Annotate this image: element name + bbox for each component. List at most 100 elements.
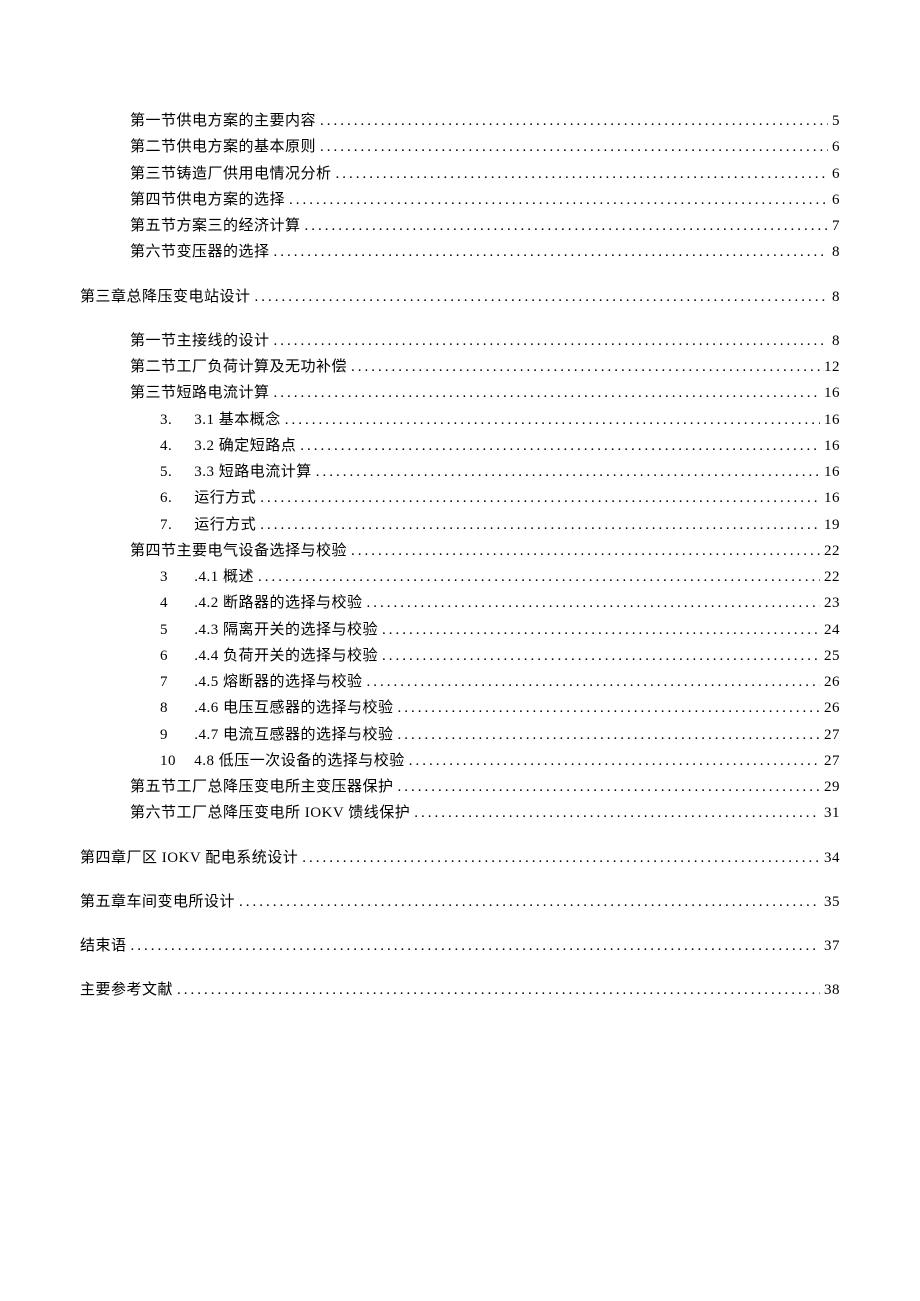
table-of-contents: 第一节供电方案的主要内容 5 第二节供电方案的基本原则 6 第三节铸造厂供用电情况分析 6… [80,108,840,1004]
toc-entry-text: 第四节供电方案的选择 [130,187,285,213]
toc-entry-text: 结束语 [80,933,127,959]
toc-entry: 第三节短路电流计算16 [80,380,840,406]
toc-entry-text: 7 .4.5 熔断器的选择与校验 [160,669,363,695]
toc-leader-dots [131,933,820,959]
toc-entry: 3 .4.1 概述 22 [80,564,840,590]
toc-entry-text: 第三节铸造厂供用电情况分析 [130,161,332,187]
toc-entry-text: 7. 运行方式 [160,512,256,538]
toc-entry-text: 10 4.8 低压一次设备的选择与校验 [160,748,405,774]
toc-entry: 第五节方案三的经济计算7 [80,213,840,239]
toc-entry-text: 3 .4.1 概述 [160,564,254,590]
toc-entry: 第二节供电方案的基本原则 6 [80,134,840,160]
toc-entry-text: 8 .4.6 电压互感器的选择与校验 [160,695,394,721]
toc-entry-number: 10 [160,748,184,774]
toc-entry: 9 .4.7 电流互感器的选择与校验27 [80,722,840,748]
toc-entry-text: 6. 运行方式 [160,485,256,511]
toc-entry-text: 主要参考文献 [80,977,173,1003]
toc-entry-page: 37 [824,933,840,959]
toc-entry: 第三节铸造厂供用电情况分析 6 [80,161,840,187]
toc-entry-text: 第二节供电方案的基本原则 [130,134,316,160]
toc-entry-page: 6 [832,161,840,187]
toc-entry-page: 16 [824,459,840,485]
toc-entry: 第五章车间变电所设计 35 [80,889,840,915]
toc-entry-page: 8 [832,239,840,265]
toc-entry: 第二节工厂负荷计算及无功补偿12 [80,354,840,380]
toc-leader-dots [367,590,820,616]
toc-entry: 4 .4.2 断路器的选择与校验 23 [80,590,840,616]
toc-leader-dots [239,889,820,915]
toc-entry-page: 31 [824,800,840,826]
toc-entry-page: 25 [824,643,840,669]
toc-leader-dots [320,108,828,134]
toc-entry-text: 第四节主要电气设备选择与校验 [130,538,347,564]
toc-entry: 主要参考文献38 [80,977,840,1003]
toc-entry-page: 16 [824,407,840,433]
toc-leader-dots [367,669,820,695]
toc-entry-page: 6 [832,134,840,160]
toc-entry-text: 第二节工厂负荷计算及无功补偿 [130,354,347,380]
toc-entry-number: 7 [160,669,184,695]
toc-entry-page: 22 [824,538,840,564]
toc-entry-text: 第三节短路电流计算 [130,380,270,406]
toc-leader-dots [320,134,828,160]
toc-entry-number: 5. [160,459,184,485]
toc-leader-dots [177,977,820,1003]
toc-entry-page: 26 [824,695,840,721]
toc-leader-dots [316,459,820,485]
toc-leader-dots [409,748,820,774]
toc-entry: 第四节主要电气设备选择与校验 22 [80,538,840,564]
toc-entry: 5 .4.3 隔离开关的选择与校验 24 [80,617,840,643]
toc-leader-dots [351,538,820,564]
toc-entry: 第四节供电方案的选择6 [80,187,840,213]
toc-entry-number: 6. [160,485,184,511]
toc-entry-page: 22 [824,564,840,590]
toc-leader-dots [274,380,820,406]
toc-entry-text: 第一节主接线的设计 [130,328,270,354]
toc-entry: 4. 3.2 确定短路点16 [80,433,840,459]
toc-entry: 第四章厂区 IOKV 配电系统设计34 [80,845,840,871]
toc-leader-dots [305,213,828,239]
toc-entry: 第六节工厂总降压变电所 IOKV 馈线保护31 [80,800,840,826]
toc-entry-number: 3 [160,564,184,590]
toc-entry-page: 27 [824,748,840,774]
toc-entry-page: 5 [832,108,840,134]
toc-entry-page: 26 [824,669,840,695]
toc-entry-page: 35 [824,889,840,915]
toc-entry-text: 4 .4.2 断路器的选择与校验 [160,590,363,616]
toc-entry-text: 5 .4.3 隔离开关的选择与校验 [160,617,378,643]
toc-leader-dots [398,695,820,721]
toc-entry-page: 16 [824,485,840,511]
toc-entry: 10 4.8 低压一次设备的选择与校验 27 [80,748,840,774]
toc-entry-text: 第一节供电方案的主要内容 [130,108,316,134]
toc-entry-text: 第五章车间变电所设计 [80,889,235,915]
toc-entry-text: 9 .4.7 电流互感器的选择与校验 [160,722,394,748]
toc-leader-dots [302,845,820,871]
toc-entry: 7 .4.5 熔断器的选择与校验 26 [80,669,840,695]
toc-entry-text: 4. 3.2 确定短路点 [160,433,296,459]
toc-leader-dots [255,284,828,310]
toc-entry-text: 3. 3.1 基本概念 [160,407,281,433]
toc-entry-page: 7 [832,213,840,239]
toc-entry-number: 9 [160,722,184,748]
toc-entry-number: 6 [160,643,184,669]
toc-entry-page: 24 [824,617,840,643]
toc-entry-page: 8 [832,328,840,354]
toc-entry-number: 7. [160,512,184,538]
toc-entry: 第三章总降压变电站设计8 [80,284,840,310]
toc-entry: 5. 3.3 短路电流计算16 [80,459,840,485]
toc-entry-number: 4. [160,433,184,459]
toc-entry-page: 19 [824,512,840,538]
toc-entry-page: 23 [824,590,840,616]
toc-entry: 第六节变压器的选择 8 [80,239,840,265]
toc-entry-text: 第六节变压器的选择 [130,239,270,265]
toc-leader-dots [414,800,820,826]
toc-entry: 结束语 37 [80,933,840,959]
toc-entry: 第一节主接线的设计 8 [80,328,840,354]
toc-leader-dots [398,774,820,800]
toc-entry-number: 4 [160,590,184,616]
toc-entry: 第一节供电方案的主要内容 5 [80,108,840,134]
toc-leader-dots [285,407,820,433]
toc-entry-number: 5 [160,617,184,643]
toc-leader-dots [289,187,828,213]
toc-leader-dots [351,354,820,380]
